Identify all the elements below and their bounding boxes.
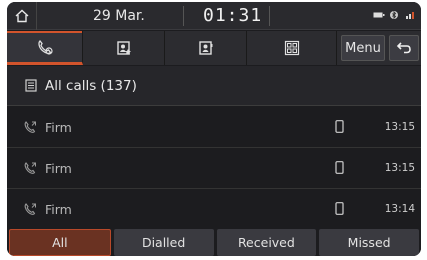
keypad-icon	[284, 40, 299, 56]
back-arrow-icon	[396, 42, 411, 54]
tab-contacts[interactable]	[165, 31, 247, 65]
filter-bar: All Dialled Received Missed	[7, 229, 421, 256]
call-time: 13:15	[384, 162, 415, 174]
divider	[269, 6, 270, 26]
battery-icon	[373, 12, 385, 18]
status-icons	[373, 10, 417, 20]
signal-icon	[406, 12, 414, 19]
tab-keypad[interactable]	[247, 31, 337, 65]
tab-call-history[interactable]	[7, 31, 83, 65]
filter-all-button[interactable]: All	[9, 229, 111, 256]
call-time: 13:14	[384, 203, 415, 215]
call-row[interactable]: Firm 13:14	[7, 189, 421, 230]
divider	[183, 6, 184, 26]
list-header: All calls (137)	[7, 66, 421, 106]
filter-dialled-button[interactable]: Dialled	[113, 229, 214, 256]
outgoing-call-icon	[24, 121, 36, 133]
outgoing-call-icon	[24, 203, 36, 215]
mobile-icon	[335, 161, 344, 174]
filter-missed-button[interactable]: Missed	[319, 229, 419, 256]
status-time: 01:31	[203, 5, 263, 26]
menu-button[interactable]: Menu	[341, 35, 385, 61]
back-button[interactable]	[389, 35, 419, 61]
call-list: Firm 13:15 Firm 13:15 Firm 13:14	[7, 107, 421, 230]
call-history-icon	[37, 39, 53, 55]
mobile-icon	[335, 202, 344, 215]
home-icon	[15, 9, 28, 23]
list-icon	[25, 79, 37, 92]
filter-received-button[interactable]: Received	[216, 229, 317, 256]
call-history-screen: 29 Mar. 01:31 Menu All calls (137) Firm …	[7, 2, 421, 256]
tab-bar: Menu	[7, 31, 421, 65]
tab-favorites[interactable]	[83, 31, 165, 65]
status-bar: 29 Mar. 01:31	[7, 2, 421, 30]
contact-name: Firm	[45, 201, 72, 217]
contact-name: Firm	[45, 119, 72, 135]
favorites-icon	[116, 41, 131, 55]
outgoing-call-icon	[24, 162, 36, 174]
call-row[interactable]: Firm 13:15	[7, 107, 421, 148]
list-title: All calls (137)	[45, 77, 137, 94]
mobile-icon	[335, 120, 344, 133]
status-date: 29 Mar.	[93, 8, 145, 24]
home-button[interactable]	[7, 2, 37, 30]
contacts-icon	[198, 41, 212, 55]
call-row[interactable]: Firm 13:15	[7, 148, 421, 189]
contact-name: Firm	[45, 160, 72, 176]
call-time: 13:15	[384, 121, 415, 133]
bluetooth-icon	[390, 10, 398, 20]
